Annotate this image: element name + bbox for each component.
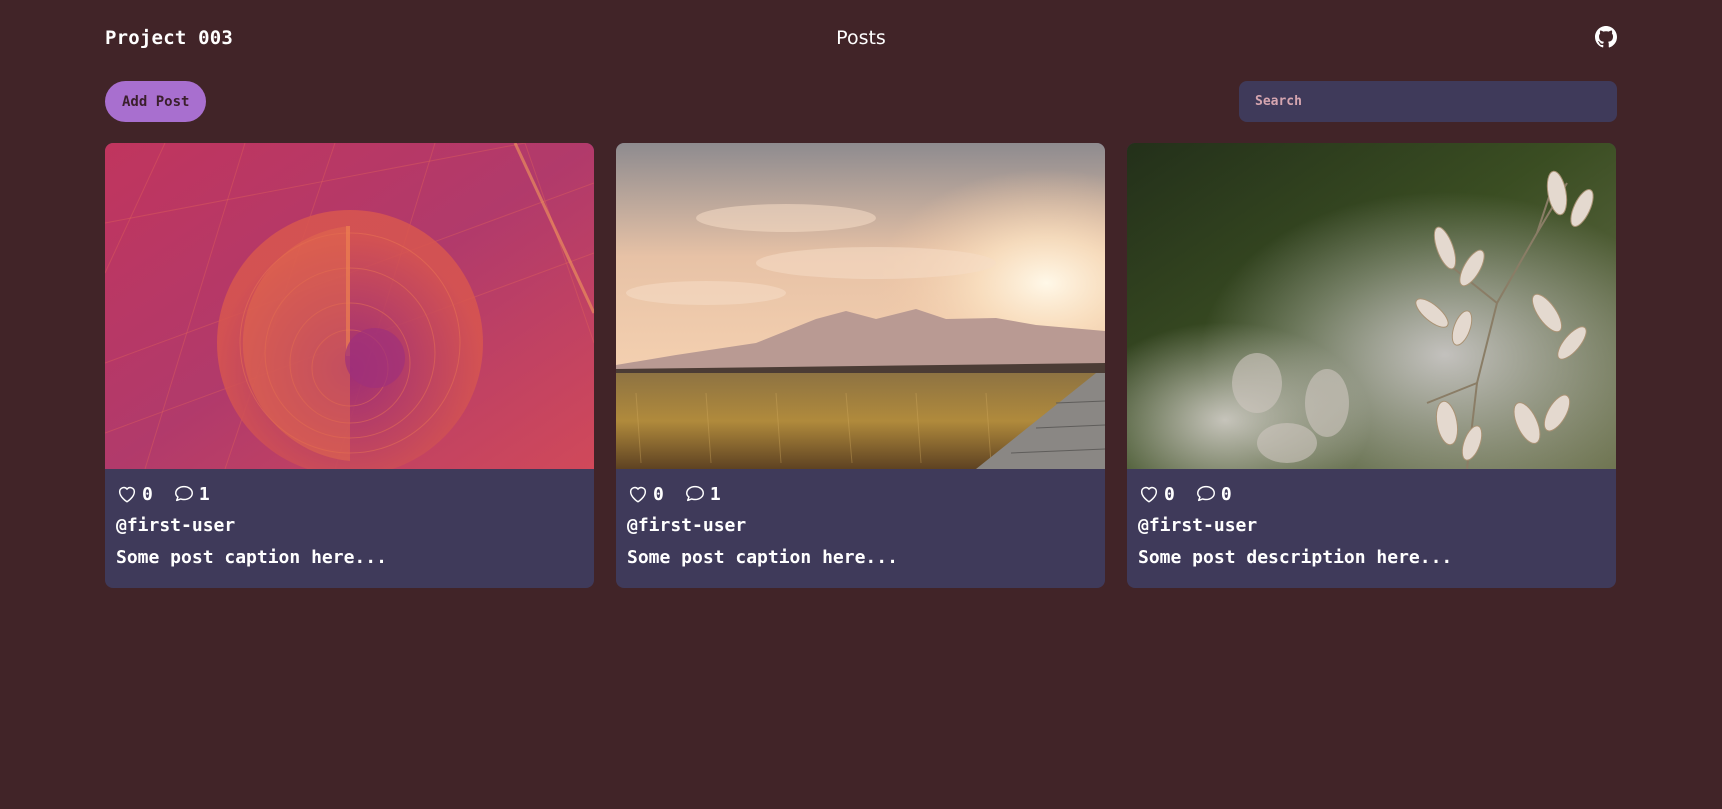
post-image[interactable]: [1127, 143, 1616, 469]
post-image[interactable]: [616, 143, 1105, 469]
post-card[interactable]: 0 0 @first-user Some post description he…: [1127, 143, 1616, 588]
post-caption: Some post description here...: [1138, 547, 1453, 568]
comment-icon: [1196, 485, 1215, 502]
post-username[interactable]: @first-user: [116, 515, 583, 536]
post-caption: Some post caption here...: [116, 547, 387, 568]
comment-count: 0: [1220, 483, 1232, 505]
comment-count: 1: [198, 483, 210, 505]
comment-button[interactable]: 1: [684, 483, 721, 505]
like-count: 0: [1164, 483, 1175, 505]
post-stats: 0 1: [116, 483, 583, 505]
comment-count: 1: [709, 483, 721, 505]
posts-grid: 0 1 @first-user Some post caption here..…: [105, 143, 1617, 588]
post-image[interactable]: [105, 143, 594, 469]
comment-button[interactable]: 0: [1195, 483, 1232, 505]
top-bar: Project 003 Posts: [105, 24, 1617, 54]
post-meta: 0 1 @first-user Some post caption here..…: [616, 469, 1105, 569]
like-count: 0: [653, 483, 664, 505]
comment-icon: [685, 485, 704, 502]
page-title: Posts: [836, 27, 886, 49]
search-input[interactable]: [1239, 81, 1617, 122]
toolbar: Add Post: [105, 81, 1617, 122]
post-card[interactable]: 0 1 @first-user Some post caption here..…: [105, 143, 594, 588]
heart-icon: [629, 486, 647, 503]
post-stats: 0 0: [1138, 483, 1605, 505]
post-username[interactable]: @first-user: [627, 515, 1094, 536]
comment-icon: [174, 485, 193, 502]
post-caption: Some post caption here...: [627, 547, 898, 568]
like-button[interactable]: 0: [116, 483, 153, 505]
github-icon[interactable]: [1595, 26, 1617, 48]
heart-icon: [118, 486, 136, 503]
add-post-button[interactable]: Add Post: [105, 81, 207, 122]
post-card[interactable]: 0 1 @first-user Some post caption here..…: [616, 143, 1105, 588]
like-button[interactable]: 0: [627, 483, 664, 505]
like-button[interactable]: 0: [1138, 483, 1175, 505]
post-meta: 0 0 @first-user Some post description he…: [1127, 469, 1616, 569]
heart-icon: [1140, 486, 1158, 503]
post-stats: 0 1: [627, 483, 1094, 505]
like-count: 0: [142, 483, 153, 505]
comment-button[interactable]: 1: [173, 483, 210, 505]
post-username[interactable]: @first-user: [1138, 515, 1605, 536]
post-meta: 0 1 @first-user Some post caption here..…: [105, 469, 594, 569]
